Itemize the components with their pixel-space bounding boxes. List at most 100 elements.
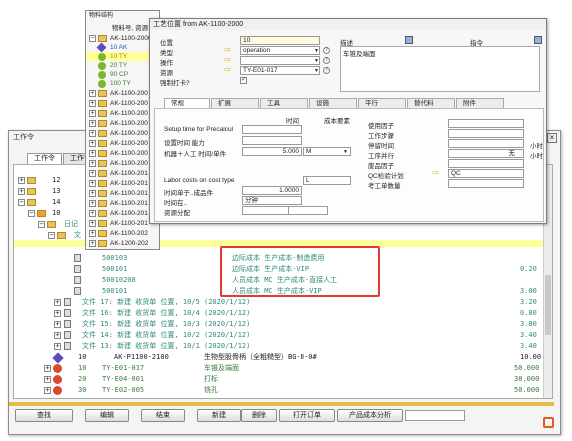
type-select[interactable]: operation: [240, 46, 320, 55]
labor-cost-type-select[interactable]: L: [303, 176, 351, 185]
folder-icon: [98, 100, 107, 107]
folder-icon: [98, 150, 107, 157]
expand-icon[interactable]: +: [18, 188, 25, 195]
resource-icon: [53, 386, 62, 395]
expand-icon[interactable]: +: [44, 387, 51, 394]
edit-button[interactable]: 编辑: [85, 409, 129, 422]
link-arrow-icon[interactable]: ⇨: [224, 66, 231, 74]
operation-select[interactable]: [240, 56, 320, 65]
chevron-down-icon[interactable]: ▼: [314, 48, 319, 54]
instruction-label: 指令: [470, 40, 483, 47]
expand-icon[interactable]: +: [89, 130, 96, 137]
expand-icon[interactable]: +: [89, 240, 96, 247]
resource-select[interactable]: TY-E01-017: [240, 66, 320, 75]
open-order-button[interactable]: 打开订单: [279, 409, 335, 422]
expand-icon[interactable]: +: [89, 90, 96, 97]
search-input[interactable]: [405, 410, 465, 421]
expand-icon[interactable]: +: [18, 177, 25, 184]
expand-icon[interactable]: +: [89, 200, 96, 207]
qc-plan-select[interactable]: QC: [448, 169, 524, 178]
expand-icon[interactable]: +: [54, 332, 61, 339]
file-icon: [64, 298, 71, 306]
expand-icon[interactable]: +: [54, 299, 61, 306]
expand-icon[interactable]: +: [89, 230, 96, 237]
tab-extended[interactable]: 扩展: [211, 98, 259, 108]
dwell-time-field[interactable]: [448, 139, 524, 148]
force-clock-label: 强制打卡?: [160, 80, 190, 87]
expand-icon[interactable]: +: [89, 150, 96, 157]
type-label: 类型: [160, 50, 173, 57]
new-button[interactable]: 新建: [197, 409, 241, 422]
tab-facilities[interactable]: 设施: [309, 98, 357, 108]
collapse-icon[interactable]: −: [28, 210, 35, 217]
scrap-factor-field[interactable]: [448, 159, 524, 168]
expand-icon[interactable]: +: [54, 321, 61, 328]
collapse-icon[interactable]: −: [48, 232, 55, 239]
chevron-down-icon[interactable]: ▼: [314, 68, 319, 74]
tab-tools[interactable]: 工具: [260, 98, 308, 108]
tab-work-order-1[interactable]: 工作令: [27, 153, 62, 164]
collapse-icon[interactable]: −: [89, 35, 96, 42]
resource-allocation-label: 资源分配: [164, 210, 190, 217]
product-cost-analysis-button[interactable]: 产品成本分析: [337, 409, 403, 422]
force-clock-checkbox[interactable]: ✓: [240, 77, 247, 84]
cost-element-icon: [74, 276, 81, 284]
finish-button[interactable]: 结束: [141, 409, 185, 422]
folder-icon: [98, 140, 107, 147]
delete-button[interactable]: 删除: [241, 409, 277, 422]
usage-factor-field[interactable]: [448, 119, 524, 128]
document-icon[interactable]: [534, 36, 542, 44]
expand-icon[interactable]: +: [89, 100, 96, 107]
time-in-select[interactable]: 分钟: [242, 196, 302, 205]
link-arrow-icon[interactable]: ⇨: [224, 46, 231, 54]
expand-icon[interactable]: +: [54, 343, 61, 350]
expand-icon[interactable]: +: [89, 190, 96, 197]
machine-labor-time-field[interactable]: 5.000: [242, 147, 302, 156]
cost-element-icon: [74, 254, 81, 262]
file-icon: [64, 331, 71, 339]
collapse-icon[interactable]: −: [38, 221, 45, 228]
time-header: 时间: [286, 118, 299, 125]
expand-icon[interactable]: +: [89, 210, 96, 217]
operation-icon: [98, 71, 106, 79]
time-per-unit-field[interactable]: 1.0000: [242, 186, 302, 195]
expand-icon[interactable]: +: [89, 140, 96, 147]
collapse-icon[interactable]: −: [18, 199, 25, 206]
expand-icon[interactable]: +: [44, 365, 51, 372]
expand-icon[interactable]: +: [89, 120, 96, 127]
expand-icon[interactable]: +: [44, 376, 51, 383]
tab-general[interactable]: 常规: [164, 98, 210, 108]
tab-attachments[interactable]: 附件: [456, 98, 504, 108]
folder-icon: [98, 160, 107, 167]
setup-capacity-field[interactable]: [242, 136, 302, 145]
setup-time-field[interactable]: [242, 125, 302, 134]
link-arrow-icon[interactable]: ⇨: [432, 169, 439, 177]
position-field[interactable]: 10: [240, 36, 320, 45]
document-icon[interactable]: [405, 36, 413, 44]
chevron-down-icon[interactable]: ▼: [343, 149, 348, 155]
help-icon[interactable]: ?: [323, 67, 330, 74]
expand-icon[interactable]: +: [89, 180, 96, 187]
folder-icon: [98, 180, 107, 187]
expand-icon[interactable]: +: [54, 310, 61, 317]
description-field[interactable]: 车锥及端面: [340, 46, 540, 92]
find-button[interactable]: 查找: [15, 409, 73, 422]
expand-icon[interactable]: +: [89, 220, 96, 227]
tab-substitute[interactable]: 替代料: [407, 98, 455, 108]
order-quantity-field[interactable]: [448, 179, 524, 188]
resource-label: 资源: [160, 70, 173, 77]
expand-icon[interactable]: +: [89, 160, 96, 167]
close-icon[interactable]: ×: [547, 133, 557, 143]
operation-parallel-select[interactable]: 无: [448, 149, 524, 158]
help-icon[interactable]: ?: [323, 57, 330, 64]
chevron-down-icon[interactable]: ▼: [314, 58, 319, 64]
order-quantity-label: 考工单数量: [368, 183, 401, 190]
work-steps-field[interactable]: [448, 129, 524, 138]
scrollbar-thumb[interactable]: [545, 275, 551, 335]
resource-allocation-select[interactable]: [288, 206, 328, 215]
help-icon[interactable]: ?: [323, 47, 330, 54]
expand-icon[interactable]: +: [89, 110, 96, 117]
tab-parallel[interactable]: 平行: [358, 98, 406, 108]
expand-icon[interactable]: +: [89, 170, 96, 177]
link-arrow-icon[interactable]: ⇨: [224, 56, 231, 64]
